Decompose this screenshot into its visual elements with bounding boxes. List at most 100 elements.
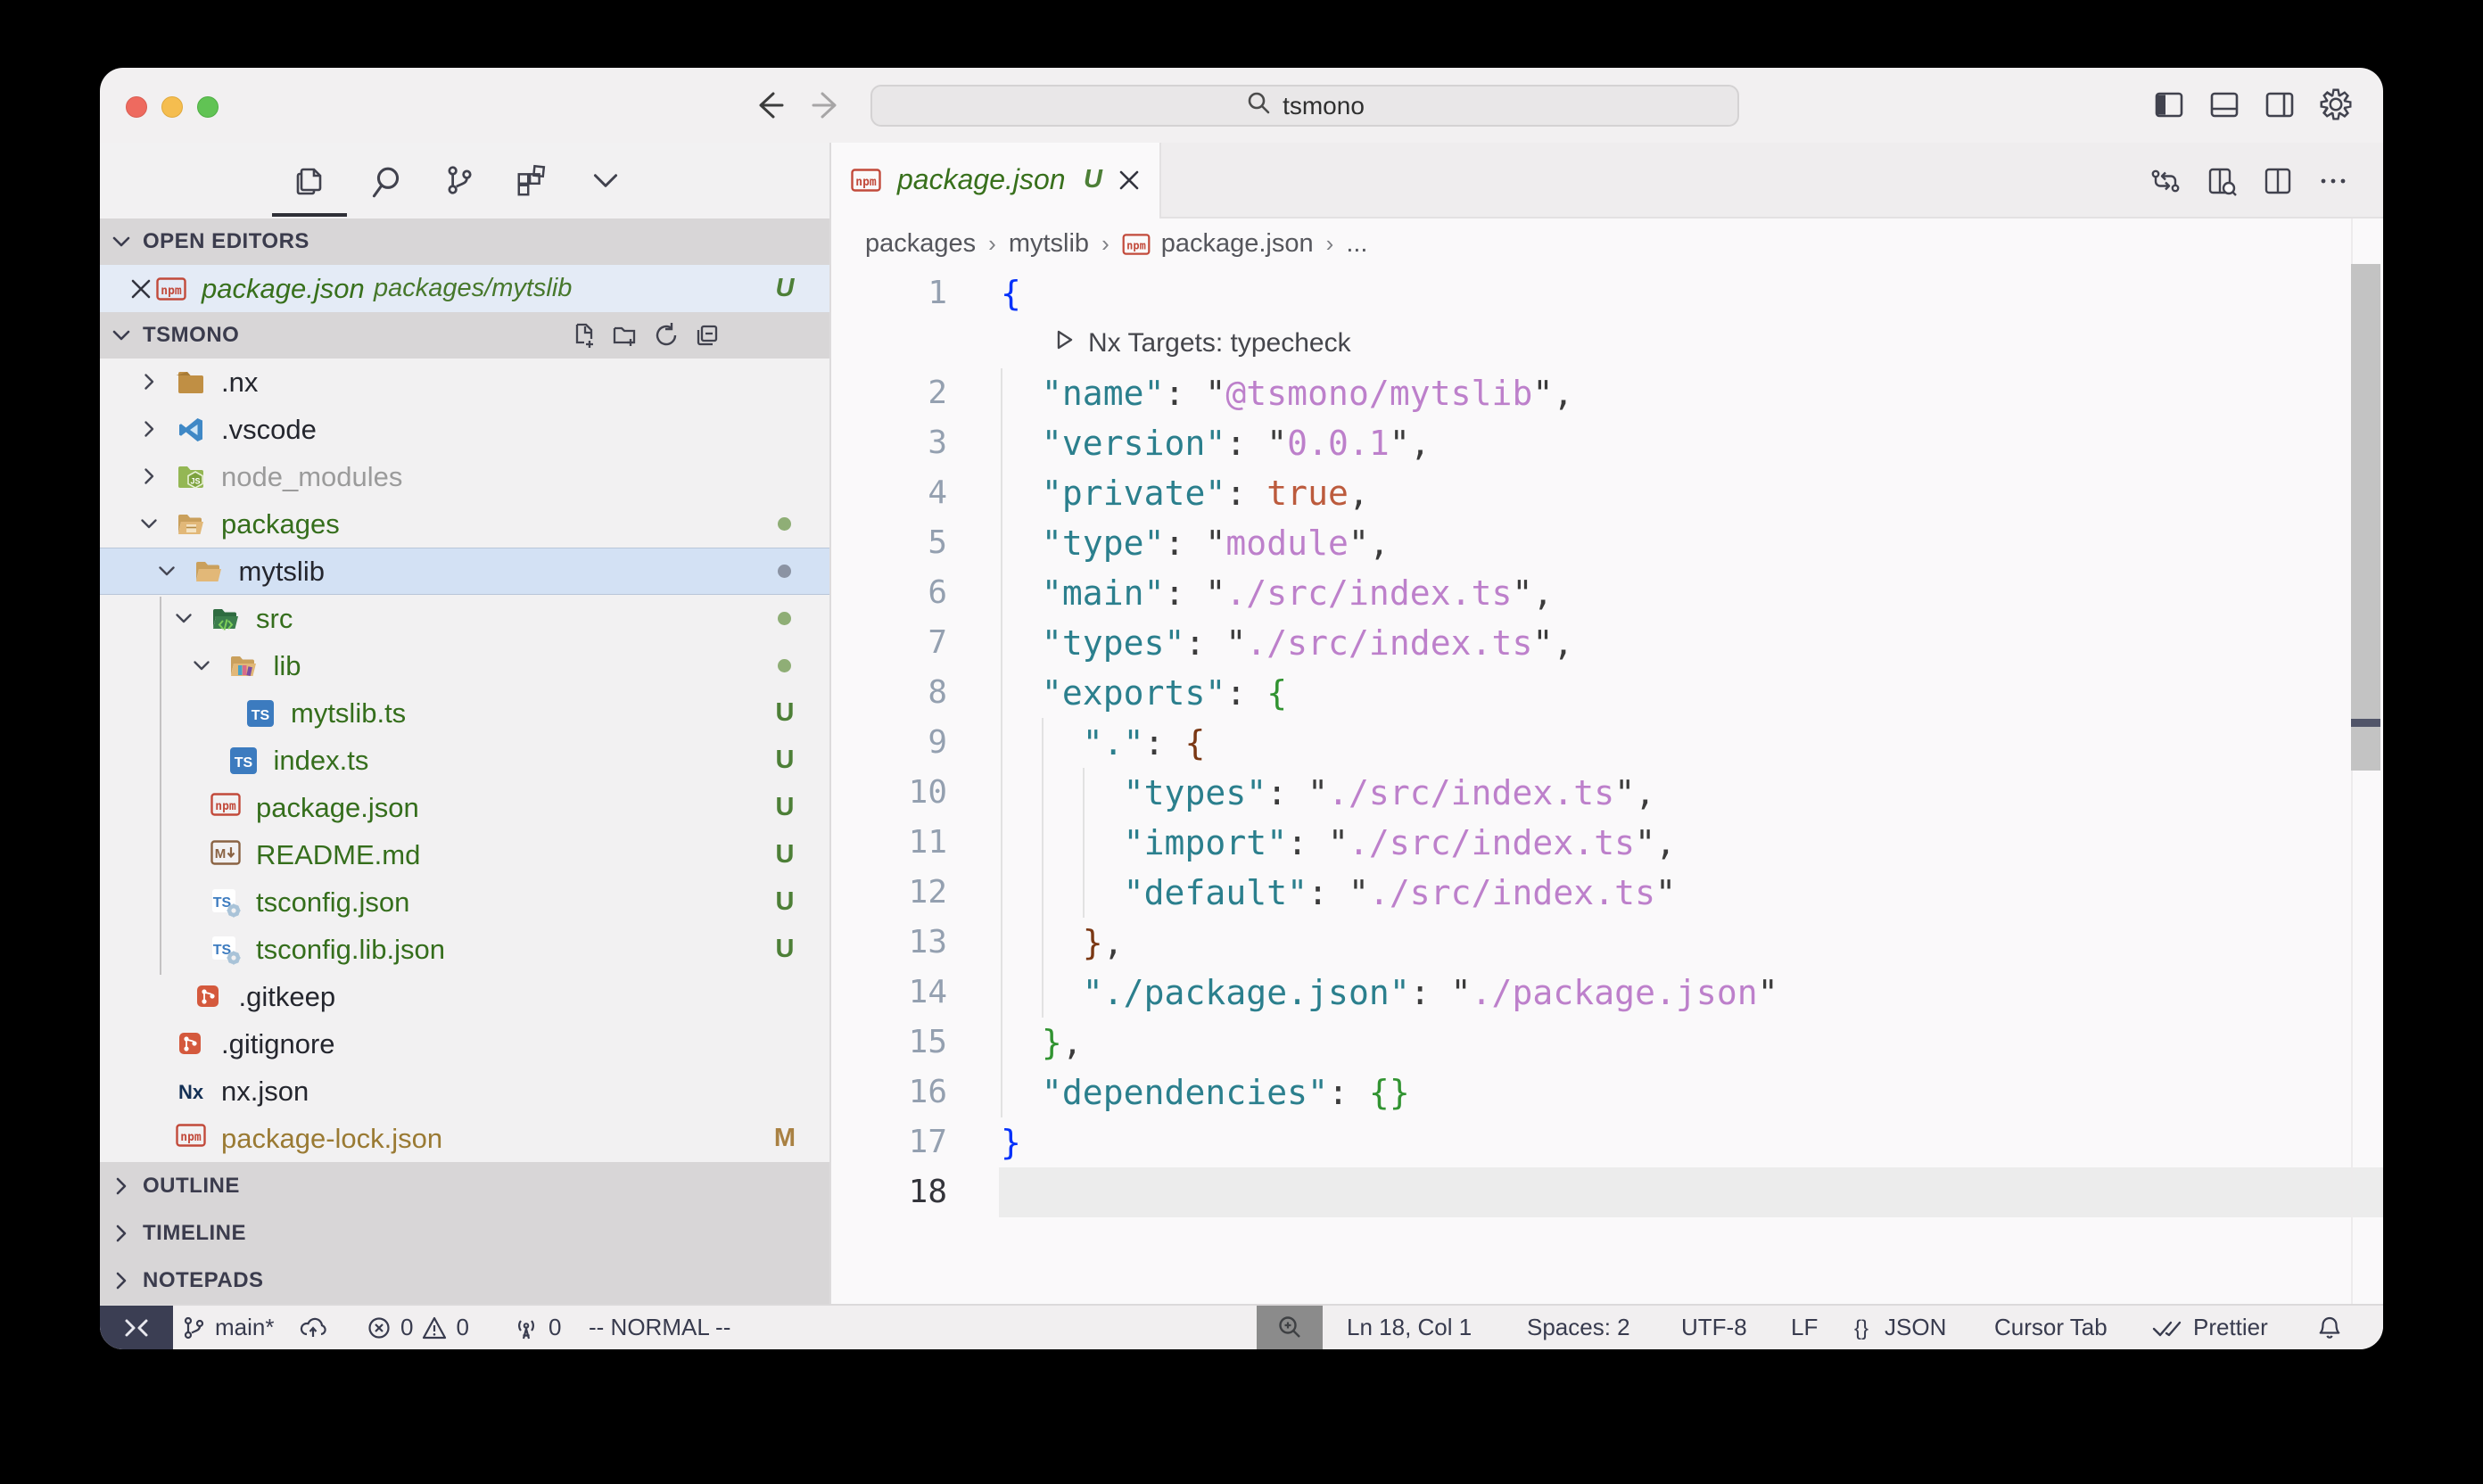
tree-item-mytslib[interactable]: mytslib bbox=[100, 548, 829, 595]
command-center-search[interactable]: tsmono bbox=[870, 85, 1739, 127]
chevron-down-icon[interactable] bbox=[156, 560, 177, 581]
collapse-folders-icon[interactable] bbox=[687, 320, 728, 350]
explorer-section-header[interactable]: TSMONO bbox=[100, 312, 829, 359]
section-header-timeline[interactable]: TIMELINE bbox=[100, 1209, 829, 1257]
code-token: ./src/index.ts bbox=[1225, 573, 1512, 613]
new-file-icon[interactable] bbox=[564, 320, 605, 350]
open-editor-item[interactable]: npm package.json packages/mytslib U bbox=[100, 265, 829, 312]
tree-item--vscode[interactable]: .vscode bbox=[100, 406, 829, 453]
navigate-back-icon[interactable] bbox=[750, 87, 788, 124]
explorer-title: TSMONO bbox=[143, 323, 239, 348]
breadcrumb-item[interactable]: ... bbox=[1346, 229, 1367, 259]
tree-item-readme-md[interactable]: MREADME.mdU bbox=[100, 831, 829, 878]
code-token bbox=[1001, 424, 1042, 463]
status-formatter[interactable]: Prettier bbox=[2151, 1306, 2268, 1349]
chevron-down-icon[interactable] bbox=[191, 655, 212, 676]
source-control-view-icon[interactable] bbox=[441, 162, 477, 198]
status-cursor-tab[interactable]: Cursor Tab bbox=[1994, 1306, 2108, 1349]
tree-item-tsconfig-json[interactable]: TStsconfig.jsonU bbox=[100, 878, 829, 926]
status-remote[interactable] bbox=[100, 1306, 173, 1349]
open-preview-icon[interactable] bbox=[2205, 164, 2239, 198]
status-ports[interactable]: 0 bbox=[512, 1306, 561, 1349]
breadcrumb-item[interactable]: mytslib bbox=[1009, 229, 1089, 259]
code-editor[interactable]: Nx Targets: typecheck 1{2 "name": "@tsmo… bbox=[831, 268, 2383, 1304]
tree-item-nx-json[interactable]: Nxnx.json bbox=[100, 1068, 829, 1115]
open-changes-icon[interactable] bbox=[2149, 164, 2182, 198]
tree-item-tsconfig-lib-json[interactable]: TStsconfig.lib.jsonU bbox=[100, 926, 829, 973]
tree-item-index-ts[interactable]: TSindex.tsU bbox=[100, 737, 829, 784]
warning-triangle-icon bbox=[421, 1315, 448, 1341]
code-token bbox=[1001, 973, 1083, 1012]
code-token: : bbox=[1144, 723, 1185, 763]
tree-item--gitkeep[interactable]: .gitkeep bbox=[100, 973, 829, 1020]
code-token: : " bbox=[1287, 823, 1349, 862]
line-number: 17 bbox=[831, 1117, 947, 1167]
search-view-icon[interactable] bbox=[370, 162, 406, 198]
tree-item-lib[interactable]: lib bbox=[100, 642, 829, 689]
tree-item-node-modules[interactable]: JSnode_modules bbox=[100, 453, 829, 500]
code-token: "main" bbox=[1042, 573, 1165, 613]
more-views-view-icon[interactable] bbox=[588, 162, 623, 198]
navigate-forward-icon[interactable] bbox=[808, 87, 846, 124]
settings-gear-icon[interactable] bbox=[2318, 87, 2355, 124]
section-header-notepads[interactable]: NOTEPADS bbox=[100, 1257, 829, 1304]
tree-item-package-lock-json[interactable]: npmpackage-lock.jsonM bbox=[100, 1115, 829, 1162]
chevron-right-icon[interactable] bbox=[138, 371, 160, 392]
nx-icon: Nx bbox=[176, 1076, 206, 1107]
ts-icon: TS bbox=[228, 746, 259, 776]
new-folder-icon[interactable] bbox=[605, 320, 646, 350]
explorer-view-icon[interactable] bbox=[292, 162, 327, 198]
code-line-9: ".": { bbox=[1001, 718, 1205, 768]
git-status-badge: U bbox=[769, 737, 801, 784]
toggle-panel-icon[interactable] bbox=[2207, 87, 2244, 124]
status-publish[interactable] bbox=[298, 1306, 328, 1349]
status-zoom-indicator[interactable] bbox=[1257, 1306, 1323, 1349]
code-line-15: }, bbox=[1001, 1018, 1083, 1068]
codelens[interactable]: Nx Targets: typecheck bbox=[1051, 318, 1351, 368]
toggle-primary-sidebar-icon[interactable] bbox=[2151, 87, 2189, 124]
svg-text:JS: JS bbox=[190, 477, 200, 486]
status-language-mode[interactable]: {}JSON bbox=[1846, 1306, 1946, 1349]
tab-package-json[interactable]: npm package.json U bbox=[831, 143, 1161, 218]
tree-item-mytslib-ts[interactable]: TSmytslib.tsU bbox=[100, 689, 829, 737]
tree-item-src[interactable]: src bbox=[100, 595, 829, 642]
close-window-button[interactable] bbox=[126, 96, 147, 118]
tree-item-packages[interactable]: packages bbox=[100, 500, 829, 548]
status-eol[interactable]: LF bbox=[1791, 1306, 1818, 1349]
git-decoration-dot bbox=[778, 612, 791, 625]
refresh-explorer-icon[interactable] bbox=[646, 320, 687, 350]
more-actions-icon[interactable] bbox=[2316, 164, 2350, 198]
close-editor-icon[interactable] bbox=[128, 276, 153, 301]
split-editor-icon[interactable] bbox=[2261, 164, 2295, 198]
open-editors-header[interactable]: OPEN EDITORS bbox=[100, 218, 829, 265]
chevron-down-icon[interactable] bbox=[173, 607, 194, 629]
line-number: 6 bbox=[831, 568, 947, 618]
code-token: : bbox=[1225, 673, 1266, 713]
status-problems[interactable]: 00 bbox=[366, 1306, 469, 1349]
tree-item--nx[interactable]: .nx bbox=[100, 359, 829, 406]
editor-scrollbar[interactable] bbox=[2351, 264, 2380, 771]
code-token: {} bbox=[1369, 1073, 1410, 1112]
status-notifications[interactable] bbox=[2315, 1306, 2344, 1349]
chevron-down-icon[interactable] bbox=[138, 513, 160, 534]
extensions-view-icon[interactable] bbox=[515, 162, 550, 198]
git-status-badge: U bbox=[769, 926, 801, 973]
git-status-badge: M bbox=[769, 1115, 801, 1162]
breadcrumb-item[interactable]: packages bbox=[865, 229, 976, 259]
toggle-secondary-sidebar-icon[interactable] bbox=[2262, 87, 2299, 124]
chevron-right-icon[interactable] bbox=[138, 466, 160, 487]
breadcrumb-item[interactable]: package.json bbox=[1161, 229, 1314, 259]
tree-item-package-json[interactable]: npmpackage.jsonU bbox=[100, 784, 829, 831]
section-header-outline[interactable]: OUTLINE bbox=[100, 1162, 829, 1209]
zoom-window-button[interactable] bbox=[197, 96, 219, 118]
status-cursor-position[interactable]: Ln 18, Col 1 bbox=[1347, 1306, 1472, 1349]
status-vim-mode[interactable]: -- NORMAL -- bbox=[589, 1306, 730, 1349]
chevron-right-icon[interactable] bbox=[138, 418, 160, 440]
tree-item-label: lib bbox=[274, 642, 301, 689]
close-tab-icon[interactable] bbox=[1117, 168, 1142, 193]
status-encoding[interactable]: UTF-8 bbox=[1681, 1306, 1747, 1349]
tree-item--gitignore[interactable]: .gitignore bbox=[100, 1020, 829, 1068]
status-indentation[interactable]: Spaces: 2 bbox=[1527, 1306, 1630, 1349]
status-branch[interactable]: main* bbox=[180, 1306, 274, 1349]
minimize-window-button[interactable] bbox=[161, 96, 183, 118]
